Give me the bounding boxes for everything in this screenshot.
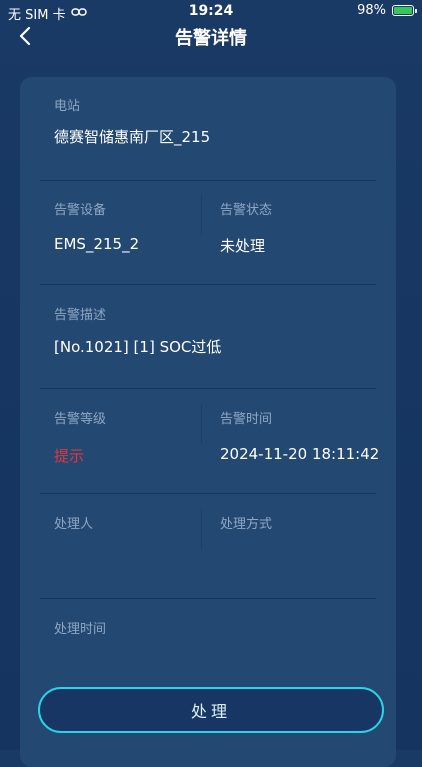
handle-time-label: 处理时间: [54, 622, 107, 637]
time-value: 2024-11-20 18:11:42: [220, 445, 380, 463]
level-label: 告警等级: [54, 412, 107, 427]
page-title: 告警详情: [175, 28, 247, 49]
station-value: 德赛智储惠南厂区_215: [54, 128, 211, 146]
device-value: EMS_215_2: [54, 235, 140, 253]
divider: [40, 598, 376, 599]
divider: [40, 180, 376, 181]
column-divider: [201, 404, 202, 444]
status-label: 告警状态: [220, 203, 273, 218]
status-value: 未处理: [220, 237, 266, 255]
nav-bar: 告警详情: [0, 22, 422, 52]
status-bar: 无 SIM 卡 19:24 98%: [0, 0, 422, 24]
device-label: 告警设备: [54, 203, 107, 218]
status-right: 98%: [357, 3, 417, 18]
description-value: [No.1021] [1] SOC过低: [54, 338, 222, 356]
battery-percent: 98%: [357, 3, 386, 18]
divider: [40, 284, 376, 285]
station-label: 电站: [54, 99, 81, 114]
divider: [40, 493, 376, 494]
column-divider: [201, 195, 202, 235]
method-label: 处理方式: [220, 517, 273, 532]
process-button[interactable]: 处理: [38, 687, 384, 733]
column-divider: [201, 509, 202, 549]
battery-icon: [392, 5, 417, 16]
handler-label: 处理人: [54, 517, 94, 532]
description-label: 告警描述: [54, 308, 107, 323]
time-label: 告警时间: [220, 412, 273, 427]
level-value: 提示: [54, 447, 85, 465]
battery-fill: [394, 7, 412, 14]
divider: [40, 388, 376, 389]
alarm-detail-card: 电站 德赛智储惠南厂区_215 告警设备 EMS_215_2 告警状态 未处理 …: [20, 77, 396, 767]
